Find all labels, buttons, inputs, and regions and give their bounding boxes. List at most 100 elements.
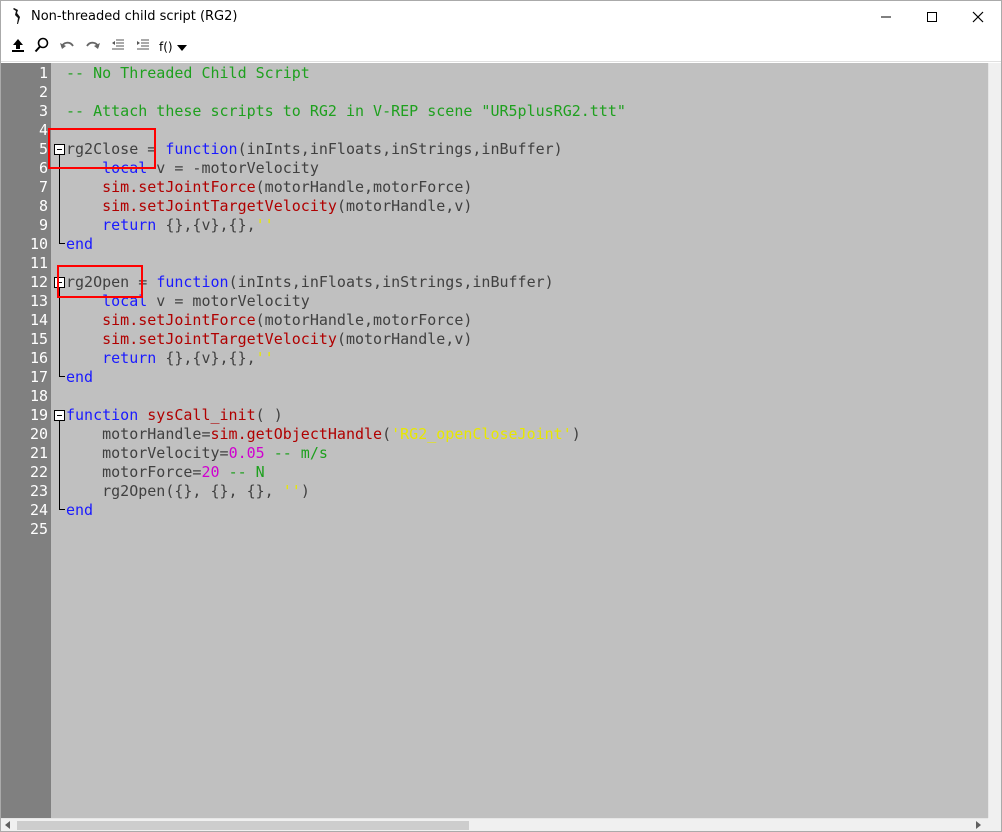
code-token: 'RG2_openCloseJoint' [391,425,572,443]
code-line[interactable]: 8 sim.setJointTargetVelocity(motorHandle… [1,197,988,216]
code-line[interactable]: 10 end [1,235,988,254]
code-line[interactable]: 15 sim.setJointTargetVelocity(motorHandl… [1,330,988,349]
upload-button[interactable] [8,38,28,56]
redo-button[interactable] [83,38,103,56]
undo-button[interactable] [57,38,77,56]
code-line[interactable]: 13 local v = motorVelocity [1,292,988,311]
code-line[interactable]: 25 [1,520,988,539]
line-number: 25 [29,520,48,538]
code-line[interactable]: 22 motorForce=20 -- N [1,463,988,482]
code-text: sim.setJointTargetVelocity(motorHandle,v… [66,330,472,349]
line-number: 16 [29,349,48,367]
scroll-left-icon[interactable] [5,821,10,829]
close-button[interactable] [955,1,1001,32]
highlight-box-rg2open [57,265,143,298]
line-number: 21 [29,444,48,462]
code-editor[interactable]: 1 -- No Threaded Child Script 2 3 -- Attach … [1,63,988,818]
fold-line [59,421,60,509]
code-token: motorVelocity= [66,444,229,462]
minimize-button[interactable] [863,1,909,32]
line-number: 5 [38,140,48,158]
highlight-box-rg2close [48,128,156,169]
code-token: sysCall_init [147,406,256,424]
code-token: function [66,406,139,424]
code-text: return {},{v},{},'' [66,349,274,368]
outdent-button[interactable] [108,38,128,56]
code-line[interactable]: 1 -- No Threaded Child Script [1,64,988,83]
code-line[interactable]: 9 return {},{v},{},'' [1,216,988,235]
fold-end [59,509,65,510]
line-number: 12 [29,273,48,291]
code-token: (inInts,inFloats,inStrings,inBuffer) [228,273,554,291]
code-token: sim.setJointForce [102,311,256,329]
upload-icon [11,38,25,57]
vertical-scrollbar[interactable] [988,63,1001,818]
code-line[interactable]: 11 [1,254,988,273]
maximize-button[interactable] [909,1,955,32]
code-line[interactable]: 12 rg2Open = function(inInts,inFloats,inS… [1,273,988,292]
line-number: 10 [29,235,48,253]
fold-line [59,288,60,376]
scrollbar-corner [988,818,1001,831]
window-title: Non-threaded child script (RG2) [31,9,238,24]
code-line[interactable]: 19 function sysCall_init( ) [1,406,988,425]
fold-toggle-syscall-init[interactable] [54,410,65,421]
code-line[interactable]: 16 return {},{v},{},'' [1,349,988,368]
line-number: 4 [38,121,48,139]
horizontal-scrollbar[interactable] [1,818,988,831]
code-line[interactable]: 7 sim.setJointForce(motorHandle,motorFor… [1,178,988,197]
code-line[interactable]: 3 -- Attach these scripts to RG2 in V-REP… [1,102,988,121]
code-token: {},{v},{}, [156,349,256,367]
code-line[interactable]: 2 [1,83,988,102]
scroll-right-icon[interactable] [976,821,981,829]
code-text: -- Attach these scripts to RG2 in V-REP … [66,102,626,121]
code-token: return [102,349,157,367]
code-line[interactable]: 20 motorHandle=sim.getObjectHandle('RG2_… [1,425,988,444]
code-text: motorVelocity=0.05 -- m/s [66,444,328,463]
code-line[interactable]: 17 end [1,368,988,387]
code-text: sim.setJointTargetVelocity(motorHandle,v… [66,197,472,216]
code-line[interactable]: 23 rg2Open({}, {}, {}, '') [1,482,988,501]
code-token: return [102,216,157,234]
code-token: end [66,501,94,519]
code-token: (motorHandle,v) [336,197,473,215]
horizontal-scroll-thumb[interactable] [17,821,469,830]
code-line[interactable]: 24 end [1,501,988,520]
line-number: 1 [38,64,48,82]
code-text: sim.setJointForce(motorHandle,motorForce… [66,178,472,197]
code-line[interactable]: 21 motorVelocity=0.05 -- m/s [1,444,988,463]
search-button[interactable] [32,37,52,56]
minimize-icon [880,11,892,23]
code-token: -- m/s [273,444,328,462]
code-text: end [66,501,93,520]
functions-label: f() [159,40,173,54]
editor-toolbar: f() [1,32,1001,62]
code-token: 20 [201,463,220,481]
line-number: 24 [29,501,48,519]
code-text: motorForce=20 -- N [66,463,265,482]
line-number: 11 [29,254,48,272]
code-line[interactable]: 14 sim.setJointForce(motorHandle,motorFo… [1,311,988,330]
fold-end [59,376,65,377]
code-token: rg2Open({}, {}, {}, [66,482,283,500]
code-token: (inInts,inFloats,inStrings,inBuffer) [237,140,563,158]
indent-button[interactable] [133,38,153,56]
line-number: 17 [29,368,48,386]
functions-dropdown[interactable]: f() [159,38,187,56]
code-token: '' [255,349,274,367]
close-icon [972,11,984,23]
code-token: sim.getObjectHandle [210,425,383,443]
code-token: sim.setJointTargetVelocity [102,197,337,215]
title-bar[interactable]: Non-threaded child script (RG2) [1,1,1001,32]
line-number: 7 [38,178,48,196]
vrep-app-icon [9,7,25,25]
line-number: 13 [29,292,48,310]
code-text: rg2Open({}, {}, {}, '') [66,482,310,501]
line-number: 22 [29,463,48,481]
code-line[interactable]: 18 [1,387,988,406]
code-token: (motorHandle,motorForce) [255,311,473,329]
line-number: 15 [29,330,48,348]
